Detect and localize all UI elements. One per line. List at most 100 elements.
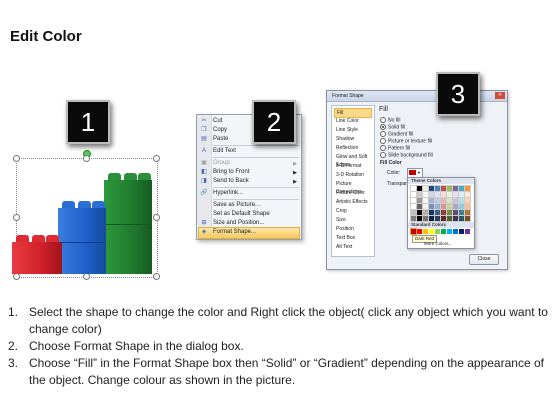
radio-no-fill[interactable]: No fill (380, 117, 401, 123)
category-position[interactable]: Position (334, 225, 372, 233)
color-swatch[interactable] (458, 215, 465, 222)
resize-handle[interactable] (153, 273, 160, 280)
resize-handle[interactable] (13, 273, 20, 280)
category-artistic-effects[interactable]: Artistic Effects (334, 198, 372, 206)
color-swatch[interactable] (452, 185, 459, 192)
color-swatch[interactable] (428, 215, 435, 222)
radio-picture-fill[interactable]: Picture or texture fill (380, 138, 432, 144)
color-swatch[interactable] (458, 191, 465, 198)
menu-item-hyperlink[interactable]: Hyperlink... (213, 189, 243, 198)
color-swatch[interactable] (453, 229, 458, 234)
category-text-box[interactable]: Text Box (334, 234, 372, 242)
color-swatch[interactable] (434, 197, 441, 204)
category-3d-rotation[interactable]: 3-D Rotation (334, 171, 372, 179)
color-swatch[interactable] (422, 191, 429, 198)
resize-handle[interactable] (13, 155, 20, 162)
menu-item-size-position[interactable]: Size and Position... (213, 219, 264, 228)
color-swatch[interactable] (464, 215, 471, 222)
color-swatch[interactable] (429, 229, 434, 234)
color-swatch[interactable] (446, 197, 453, 204)
color-swatch[interactable] (416, 197, 423, 204)
color-swatch[interactable] (410, 215, 417, 222)
color-swatch[interactable] (416, 191, 423, 198)
color-swatch[interactable] (423, 229, 428, 234)
menu-item-save-as-picture[interactable]: Save as Picture... (213, 201, 260, 210)
blue-block[interactable] (58, 208, 106, 274)
color-swatch[interactable] (440, 185, 447, 192)
color-swatch[interactable] (464, 203, 471, 210)
resize-handle[interactable] (83, 155, 90, 162)
resize-handle[interactable] (83, 273, 90, 280)
color-swatch[interactable] (422, 215, 429, 222)
radio-slide-background-fill[interactable]: Slide background fill (380, 152, 433, 158)
color-swatch[interactable] (452, 209, 459, 216)
close-button[interactable]: Close (469, 254, 499, 265)
color-swatch[interactable] (428, 185, 435, 192)
color-swatch[interactable] (434, 191, 441, 198)
color-swatch[interactable] (452, 215, 459, 222)
menu-item-send-to-back[interactable]: Send to Back (213, 177, 249, 186)
color-swatch[interactable] (459, 229, 464, 234)
menu-item-edit-text[interactable]: Edit Text (213, 147, 236, 156)
category-line-color[interactable]: Line Color (334, 117, 372, 125)
color-swatch[interactable] (440, 191, 447, 198)
resize-handle[interactable] (153, 214, 160, 221)
color-swatch[interactable] (440, 197, 447, 204)
menu-item-cut[interactable]: Cut (213, 117, 222, 126)
color-swatch[interactable] (416, 203, 423, 210)
color-swatch[interactable] (428, 209, 435, 216)
color-swatch[interactable] (452, 203, 459, 210)
color-swatch[interactable] (417, 229, 422, 234)
category-picture-corrections[interactable]: Picture Corrections (334, 180, 372, 195)
color-swatch[interactable] (464, 209, 471, 216)
color-swatch[interactable] (435, 229, 440, 234)
color-swatch[interactable] (410, 203, 417, 210)
category-size[interactable]: Size (334, 216, 372, 224)
color-swatch[interactable] (422, 185, 429, 192)
color-swatch[interactable] (410, 197, 417, 204)
resize-handle[interactable] (153, 155, 160, 162)
color-swatch[interactable] (428, 203, 435, 210)
color-swatch[interactable] (410, 209, 417, 216)
color-swatch[interactable] (465, 229, 470, 234)
color-swatch[interactable] (434, 185, 441, 192)
color-swatch[interactable] (410, 185, 417, 192)
menu-item-format-shape[interactable]: Format Shape... (213, 228, 256, 237)
color-swatch[interactable] (422, 209, 429, 216)
category-alt-text[interactable]: Alt Text (334, 243, 372, 251)
color-swatch[interactable] (428, 197, 435, 204)
color-swatch[interactable] (428, 191, 435, 198)
color-swatch[interactable] (447, 229, 452, 234)
radio-gradient-fill[interactable]: Gradient fill (380, 131, 413, 137)
color-swatch[interactable] (434, 209, 441, 216)
color-swatch[interactable] (452, 197, 459, 204)
color-swatch[interactable] (464, 185, 471, 192)
menu-item-bring-to-front[interactable]: Bring to Front (213, 168, 249, 177)
color-swatch[interactable] (440, 215, 447, 222)
color-swatch[interactable] (440, 209, 447, 216)
radio-solid-fill[interactable]: Solid fill (380, 124, 405, 130)
color-swatch[interactable] (440, 203, 447, 210)
resize-handle[interactable] (13, 214, 20, 221)
color-swatch[interactable] (458, 185, 465, 192)
menu-item-set-default-shape[interactable]: Set as Default Shape (213, 210, 270, 219)
category-crop[interactable]: Crop (334, 207, 372, 215)
color-swatch[interactable] (416, 209, 423, 216)
color-swatch[interactable] (410, 191, 417, 198)
color-swatch[interactable] (464, 191, 471, 198)
close-icon[interactable]: ✕ (495, 92, 505, 99)
color-swatch[interactable] (446, 191, 453, 198)
radio-pattern-fill[interactable]: Pattern fill (380, 145, 410, 151)
category-glow-soft-edges[interactable]: Glow and Soft Edges (334, 153, 372, 168)
color-swatch[interactable] (458, 209, 465, 216)
category-shadow[interactable]: Shadow (334, 135, 372, 143)
color-swatch[interactable] (416, 185, 423, 192)
color-swatch[interactable] (446, 185, 453, 192)
category-line-style[interactable]: Line Style (334, 126, 372, 134)
color-swatch[interactable] (446, 215, 453, 222)
color-swatch[interactable] (446, 209, 453, 216)
color-swatch[interactable] (422, 197, 429, 204)
menu-item-copy[interactable]: Copy (213, 126, 227, 135)
red-block[interactable] (12, 242, 62, 274)
color-swatch[interactable] (458, 203, 465, 210)
